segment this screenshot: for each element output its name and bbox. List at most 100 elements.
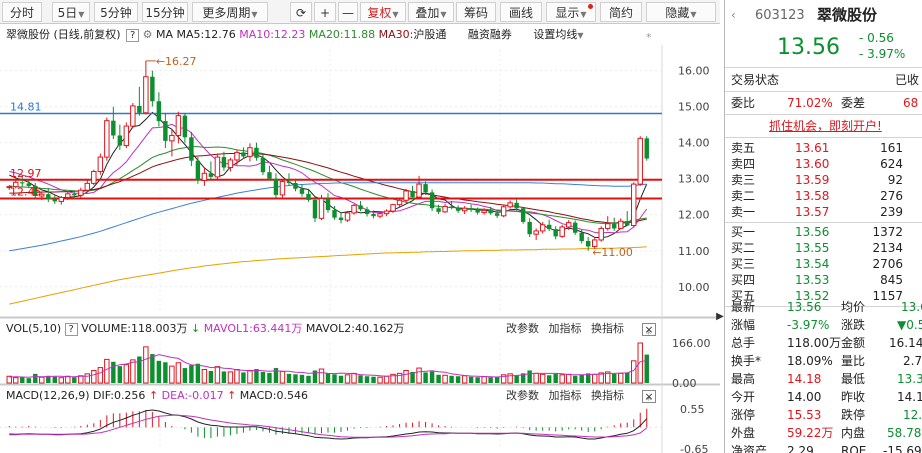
help-icon[interactable]: ? xyxy=(126,29,140,42)
volume-value: VOLUME:118.003万 xyxy=(81,322,188,335)
quote-sidebar: ‹ 603123 翠微股份 13.56 - 0.56 - 3.97% 交易状态 … xyxy=(724,0,922,453)
switch-indicator-button[interactable]: 换指标 xyxy=(591,322,624,335)
horizontal-lines xyxy=(0,112,662,200)
candle-body xyxy=(442,205,448,213)
adjust-button[interactable]: 复权▼ xyxy=(360,2,406,22)
candle-body xyxy=(182,115,188,138)
volume-bar xyxy=(52,376,57,383)
volume-bar xyxy=(423,372,428,383)
candle-body xyxy=(533,230,539,235)
stock-name: 翠微股份 xyxy=(6,28,50,41)
back-chevron-icon[interactable]: ‹ xyxy=(731,6,736,25)
vol-panel-title: VOL(5,10) ? VOLUME:118.003万 ↓ MAVOL1:63.… xyxy=(6,322,404,336)
tab-5min[interactable]: 5分钟 xyxy=(94,2,138,22)
kline-chart-area[interactable]: 16.00 15.00 14.00 13.00 12.00 11.00 10.00 166.0… xyxy=(0,25,720,453)
bid-label: 买一 xyxy=(731,225,756,239)
zoom-out-button[interactable]: — xyxy=(338,2,358,22)
add-indicator-button[interactable]: 加指标 xyxy=(549,322,582,335)
candle-body xyxy=(481,209,487,214)
volume-bar xyxy=(344,374,351,384)
stat-label: 内盘 xyxy=(841,426,866,440)
close-macd-panel-button[interactable]: × xyxy=(642,390,656,403)
stat-label: 最高 xyxy=(731,372,756,386)
stat-label: 量比 xyxy=(841,354,866,368)
overlay-button[interactable]: 叠加▼ xyxy=(408,2,454,22)
ask-row: 卖一 13.57 239 xyxy=(725,204,922,220)
volume-bar xyxy=(299,374,305,383)
edit-params-button[interactable]: 改参数 xyxy=(506,389,539,402)
margin-link[interactable]: 融资融券 xyxy=(468,28,512,41)
hide-button[interactable]: 隐藏▼ xyxy=(646,2,716,22)
dif-value: DIF:0.256 xyxy=(93,389,146,402)
ask-row: 卖三 13.59 92 xyxy=(725,172,922,188)
stats-row: 外盘 59.22万 内盘 58.78 xyxy=(725,424,922,443)
promo-row[interactable]: 抓住机会，即刻开户! xyxy=(725,117,922,136)
macd-tick-label: -0.65 xyxy=(680,443,708,453)
ask-row: 卖二 13.58 276 xyxy=(725,188,922,204)
tab-5day[interactable]: 5日▼ xyxy=(52,2,90,22)
bid-label: 买三 xyxy=(731,257,756,271)
stat-value: ▼0.5 xyxy=(897,318,922,332)
hgt-link[interactable]: 沪股通 xyxy=(413,28,446,41)
volume-tick-label: 166.00 xyxy=(672,337,711,350)
candle-body xyxy=(169,134,175,142)
stats-row: 净资产 2.29 ROE -15.69 xyxy=(725,442,922,453)
volume-bar xyxy=(143,346,149,384)
draw-button[interactable]: 画线 xyxy=(500,2,542,22)
chips-button[interactable]: 筹码 xyxy=(456,2,496,22)
volume-bar xyxy=(72,377,77,383)
candle-body xyxy=(572,222,578,233)
settings-ma-button[interactable]: 设置均线 xyxy=(533,28,577,41)
volume-bar xyxy=(189,365,194,383)
ma-label: MA xyxy=(155,28,173,41)
switch-indicator-button[interactable]: 换指标 xyxy=(591,389,624,402)
help-icon[interactable]: ? xyxy=(64,323,78,336)
volume-bar xyxy=(591,373,598,384)
candle-body xyxy=(396,199,403,206)
promo-link[interactable]: 抓住机会，即刻开户! xyxy=(769,117,882,136)
stat-value: 18.09% xyxy=(787,354,833,368)
stat-value: 14.18 xyxy=(787,372,822,386)
ask-volume: 92 xyxy=(887,173,903,187)
candle-body xyxy=(520,208,526,222)
volume-bar xyxy=(97,367,104,384)
last-price: 13.56 xyxy=(777,35,840,60)
trade-status-label: 交易状态 xyxy=(731,73,780,87)
stat-label: 最低 xyxy=(841,372,866,386)
volume-bar xyxy=(449,375,454,383)
stat-label: 外盘 xyxy=(731,426,756,440)
candle-body xyxy=(371,214,376,217)
volume-bar xyxy=(39,376,45,384)
more-periods-button[interactable]: 更多周期▼ xyxy=(192,2,268,22)
stock-header: ‹ 603123 翠微股份 xyxy=(725,6,922,26)
ma30-value: MA30: xyxy=(378,28,414,41)
refresh-button[interactable]: ⟳ xyxy=(290,2,312,22)
candle-body xyxy=(514,202,519,209)
zoom-in-button[interactable]: + xyxy=(314,2,336,22)
close-vol-panel-button[interactable]: × xyxy=(642,323,656,336)
edit-params-button[interactable]: 改参数 xyxy=(506,322,539,335)
candle-body xyxy=(423,184,428,193)
price-tick-label: 11.00 xyxy=(678,245,710,258)
candle-body xyxy=(78,189,84,196)
candle-body xyxy=(208,173,214,177)
stats-row: 最新 13.56 均价 13.6 xyxy=(725,298,922,317)
period-toolbar: 分时 5日▼ 5分钟 15分钟 更多周期▼ ⟳ + — 复权▼ 叠加▼ 筹码 画… xyxy=(0,0,720,24)
tab-intraday[interactable]: 分时 xyxy=(2,2,42,22)
volume-bar xyxy=(527,370,532,383)
collapse-sidebar-handle[interactable]: ▶ xyxy=(716,305,724,329)
candle-body xyxy=(358,205,363,210)
minus-icon: — xyxy=(342,6,354,20)
weicha-value: 68 xyxy=(903,96,919,110)
simple-button[interactable]: 简约 xyxy=(600,2,642,22)
chevron-right-icon: ▶ xyxy=(716,311,724,322)
display-button[interactable]: 显示▼ xyxy=(546,2,596,22)
add-indicator-button[interactable]: 加指标 xyxy=(549,389,582,402)
weicha-label: 委差 xyxy=(841,96,866,110)
vol-panel-actions: 改参数 加指标 换指标 xyxy=(506,322,624,336)
gear-icon[interactable]: ⚙ xyxy=(143,28,153,41)
candle-body xyxy=(234,151,240,161)
tab-15min[interactable]: 15分钟 xyxy=(142,2,188,22)
stat-value: 12.7 xyxy=(903,408,922,422)
tab-label: 简约 xyxy=(608,6,633,20)
